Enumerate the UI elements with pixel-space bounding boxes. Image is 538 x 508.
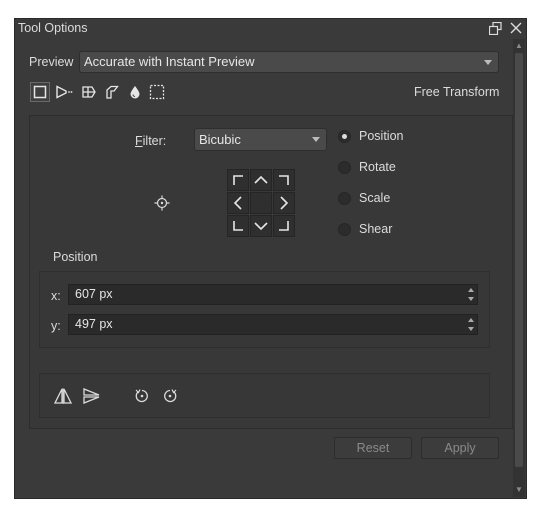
flip-vertical-icon[interactable] [82,386,102,406]
perspective-transform-icon[interactable] [54,82,74,102]
radio-scale-label: Scale [359,191,391,205]
anchor-point-grid [227,169,297,237]
y-spinbox-arrows[interactable] [466,316,476,333]
mesh-transform-icon[interactable] [147,82,167,102]
reset-button[interactable]: Reset [334,437,412,459]
anchor-top-button[interactable] [250,169,272,191]
position-heading: Position [53,250,98,264]
radio-rotate[interactable]: Rotate [338,158,396,176]
scroll-thumb[interactable] [515,53,523,467]
anchor-bottom-button[interactable] [250,215,272,237]
anchor-top-left-button[interactable] [227,169,249,191]
chevron-down-icon [312,137,320,142]
anchor-top-right-button[interactable] [273,169,295,191]
anchor-center-button[interactable] [250,192,272,214]
float-window-icon[interactable] [487,20,503,36]
panel-title: Tool Options [18,21,88,35]
radio-position-label: Position [359,129,404,143]
preview-select[interactable]: Accurate with Instant Preview [79,51,499,73]
liquify-transform-icon[interactable] [125,82,145,102]
x-spinbox-arrows[interactable] [466,286,476,303]
preview-select-value: Accurate with Instant Preview [84,54,255,69]
radio-scale-indicator[interactable] [338,191,351,205]
close-icon[interactable] [508,20,524,36]
anchor-right-button[interactable] [273,192,295,214]
y-label: y: [51,319,61,333]
rotate-ccw-icon[interactable] [132,386,152,406]
filter-label: Filter: [135,134,166,148]
cage-transform-icon[interactable] [102,82,122,102]
preview-label: Preview [29,55,74,69]
title-bar: Tool Options [15,19,526,39]
apply-button-label: Apply [444,441,476,455]
reset-button-label: Reset [356,441,390,455]
free-transform-icon[interactable] [30,82,50,102]
scroll-down-icon[interactable]: ▼ [513,483,525,495]
filter-label-mnemonic: F [135,134,143,148]
filter-select[interactable]: Bicubic [194,128,327,151]
vertical-scrollbar[interactable]: ▲ ▼ [513,39,525,497]
filter-select-value: Bicubic [199,132,241,147]
radio-shear-indicator[interactable] [338,222,351,236]
rotate-cw-icon[interactable] [160,386,180,406]
chevron-down-icon [484,60,492,65]
scroll-up-icon[interactable]: ▲ [513,39,525,51]
warp-transform-icon[interactable] [79,82,99,102]
anchor-left-button[interactable] [227,192,249,214]
x-position-field[interactable]: 607 px [68,284,478,305]
apply-button[interactable]: Apply [421,437,499,459]
radio-scale[interactable]: Scale [338,189,390,207]
y-position-field[interactable]: 497 px [68,314,478,335]
radio-shear[interactable]: Shear [338,220,392,238]
radio-rotate-indicator[interactable] [338,160,351,174]
position-group: x: 607 px y: 497 px [39,271,490,348]
flip-rotate-group [39,373,490,418]
anchor-bottom-right-button[interactable] [273,215,295,237]
radio-rotate-label: Rotate [359,160,396,174]
anchor-bottom-left-button[interactable] [227,215,249,237]
rotation-center-icon[interactable] [154,195,170,211]
radio-position[interactable]: Position [338,127,403,145]
x-label: x: [51,289,61,303]
radio-position-indicator[interactable] [338,129,351,143]
transform-mode-label: Free Transform [414,85,500,99]
tool-options-panel: Tool Options ▲ ▼ Preview Accurate with I… [14,18,527,499]
flip-horizontal-icon[interactable] [53,386,73,406]
x-position-value: 607 px [75,287,113,301]
radio-shear-label: Shear [359,222,393,236]
y-position-value: 497 px [75,317,113,331]
filter-label-rest: ilter: [142,134,167,148]
